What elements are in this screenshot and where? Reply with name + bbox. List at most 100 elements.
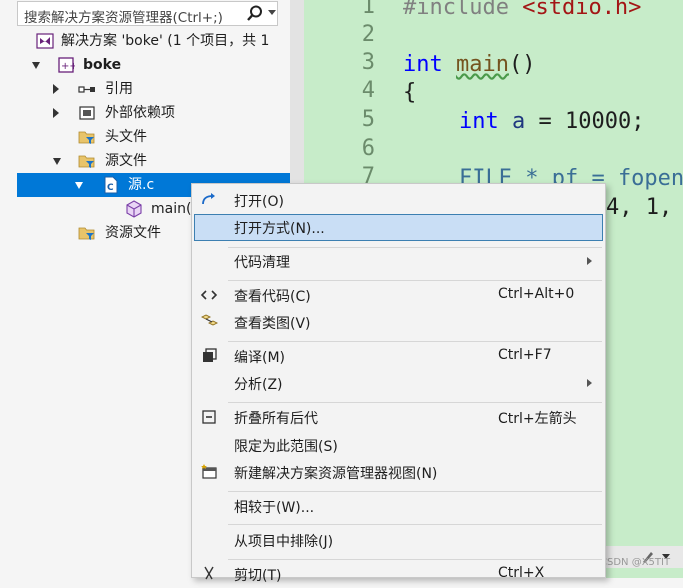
- line-number: 1: [361, 0, 375, 19]
- collapsed-arrow-icon[interactable]: [53, 84, 59, 94]
- tree-item-solution[interactable]: 解决方案 'boke' (1 个项目，共 1: [36, 29, 290, 53]
- menu-label: 从项目中排除(J): [234, 534, 334, 550]
- code-brackets-icon: [200, 290, 218, 300]
- new-window-icon: [201, 464, 217, 479]
- search-options-dropdown-icon[interactable]: [268, 10, 276, 15]
- menu-item-exclude-from-project[interactable]: 从项目中排除(J): [192, 527, 605, 554]
- code-text: = 10000;: [525, 109, 645, 134]
- menu-item-analyze[interactable]: 分析(Z): [192, 370, 605, 397]
- expanded-arrow-icon[interactable]: [75, 182, 83, 189]
- menu-separator: [228, 559, 602, 560]
- menu-item-cut[interactable]: 剪切(T) Ctrl+X: [192, 561, 605, 588]
- menu-label: 限定为此范围(S): [234, 439, 338, 455]
- include-string: <stdio.h>: [522, 0, 642, 20]
- watermark: CSDN @X5TIT: [600, 557, 671, 568]
- menu-label: 代码清理: [234, 255, 290, 271]
- line-number: 5: [361, 107, 375, 132]
- open-arrow-icon: [202, 193, 215, 205]
- tree-item-resource-files[interactable]: 资源文件: [78, 221, 188, 245]
- menu-label: 打开方式(N)...: [234, 221, 325, 237]
- menu-label: 分析(Z): [234, 377, 283, 393]
- menu-separator: [228, 341, 602, 342]
- menu-label: 打开(O): [234, 194, 284, 210]
- code-line-3: int main(): [403, 50, 535, 79]
- menu-shortcut: Ctrl+Alt+0: [498, 286, 575, 302]
- variable: a: [512, 109, 526, 134]
- c-file-icon: C: [104, 176, 118, 194]
- tree-item-label: 解决方案 'boke' (1 个项目，共 1: [61, 33, 270, 49]
- line-number: 4: [361, 78, 375, 103]
- menu-item-scope-to-this[interactable]: 限定为此范围(S): [192, 432, 605, 459]
- menu-shortcut: Ctrl+左箭头: [498, 411, 577, 427]
- tree-item-project[interactable]: ++ boke: [30, 53, 290, 77]
- tree-item-header-files[interactable]: 头文件: [78, 125, 290, 149]
- tree-item-label: 源.c: [128, 177, 155, 193]
- filter-folder-icon: [78, 227, 95, 240]
- line-number: 3: [361, 50, 375, 75]
- tree-item-references[interactable]: 引用: [50, 77, 290, 101]
- code-text: (): [508, 52, 536, 77]
- filter-folder-icon: [78, 155, 95, 168]
- line-number: 6: [361, 136, 375, 161]
- menu-label: 相较于(W)...: [234, 500, 315, 516]
- tree-item-main-function[interactable]: main(: [125, 197, 195, 221]
- menu-label: 新建解决方案资源管理器视图(N): [234, 466, 438, 482]
- line-number: 2: [361, 22, 375, 47]
- class-diagram-icon: [200, 314, 218, 326]
- tree-item-external-deps[interactable]: 外部依赖项: [50, 101, 290, 125]
- filter-folder-icon: [78, 131, 95, 144]
- menu-item-view-code[interactable]: 查看代码(C) Ctrl+Alt+0: [192, 282, 605, 309]
- code-line-5: int a = 10000;: [459, 107, 644, 136]
- code-line-4: {: [403, 80, 417, 105]
- tree-item-label: 引用: [105, 81, 133, 97]
- menu-separator: [228, 402, 602, 403]
- external-dependencies-icon: [79, 106, 95, 120]
- expanded-arrow-icon[interactable]: [53, 158, 61, 165]
- menu-label: 编译(M): [234, 350, 286, 366]
- menu-item-new-view[interactable]: 新建解决方案资源管理器视图(N): [192, 459, 605, 486]
- menu-shortcut: Ctrl+X: [498, 565, 545, 581]
- compile-icon: [203, 348, 217, 362]
- search-icon[interactable]: [246, 4, 264, 24]
- submenu-arrow-icon: [587, 379, 592, 387]
- collapse-icon: [202, 410, 216, 424]
- tree-item-label: main(: [151, 201, 192, 217]
- tree-item-label: 外部依赖项: [105, 105, 175, 121]
- menu-item-open-with[interactable]: 打开方式(N)...: [194, 214, 603, 241]
- collapsed-arrow-icon[interactable]: [53, 108, 59, 118]
- menu-item-compare-with[interactable]: 相较于(W)...: [192, 493, 605, 520]
- cpp-project-icon: ++: [58, 57, 75, 73]
- tree-item-source-files[interactable]: 源文件: [50, 149, 290, 173]
- menu-label: 折叠所有后代: [234, 411, 318, 427]
- keyword: int: [403, 52, 443, 77]
- svg-text:++: ++: [61, 61, 75, 72]
- menu-label: 查看代码(C): [234, 289, 311, 305]
- keyword: int: [459, 109, 499, 134]
- code-line-1: #include <stdio.h>: [403, 0, 641, 22]
- menu-item-open[interactable]: 打开(O): [192, 187, 605, 214]
- menu-separator: [228, 524, 602, 525]
- tree-item-label: boke: [83, 57, 122, 73]
- tree-item-label: 头文件: [105, 129, 147, 145]
- search-input[interactable]: 搜索解决方案资源管理器(Ctrl+;): [17, 1, 278, 26]
- menu-separator: [228, 491, 602, 492]
- svg-text:C: C: [107, 183, 114, 193]
- function-name: main: [456, 52, 509, 77]
- tree-item-label: 资源文件: [105, 225, 161, 241]
- tree-item-label: 源文件: [105, 153, 147, 169]
- references-icon: [78, 86, 95, 93]
- menu-item-collapse-all[interactable]: 折叠所有后代 Ctrl+左箭头: [192, 404, 605, 431]
- expanded-arrow-icon[interactable]: [32, 62, 40, 69]
- menu-shortcut: Ctrl+F7: [498, 347, 552, 363]
- menu-item-code-cleanup[interactable]: 代码清理: [192, 248, 605, 275]
- menu-item-view-class-diagram[interactable]: 查看类图(V): [192, 309, 605, 336]
- visual-studio-solution-icon: [36, 33, 54, 49]
- submenu-arrow-icon: [587, 257, 592, 265]
- scissors-icon: [204, 566, 214, 580]
- menu-item-compile[interactable]: 编译(M) Ctrl+F7: [192, 343, 605, 370]
- menu-separator: [228, 280, 602, 281]
- search-placeholder: 搜索解决方案资源管理器(Ctrl+;): [24, 10, 223, 26]
- code-line-8-partial: 4, 1,: [606, 195, 673, 220]
- menu-label: 剪切(T): [234, 568, 282, 584]
- preprocessor-token: #include: [403, 0, 523, 20]
